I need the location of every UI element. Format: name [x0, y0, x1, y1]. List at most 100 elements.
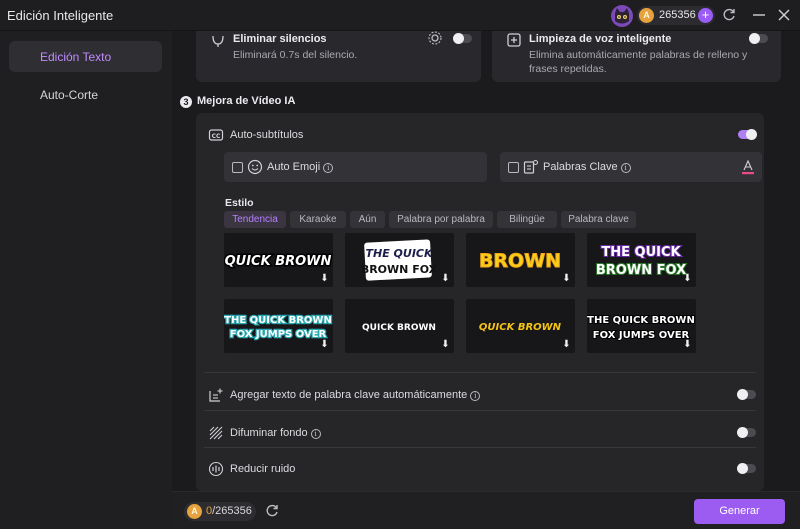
sidebar-item-auto-corte[interactable]: Auto-Corte	[9, 79, 162, 110]
auto-subtitles-toggle[interactable]	[738, 129, 757, 140]
add-coins-button[interactable]: +	[698, 8, 713, 23]
tab-bilingue[interactable]: Bilingüe	[497, 211, 557, 228]
keyword-text-icon	[523, 159, 539, 174]
download-icon[interactable]: ⬇	[440, 273, 451, 284]
preset-line: QUICK BROWN	[362, 323, 436, 333]
coin-count: 265356	[659, 9, 696, 21]
generate-button[interactable]: Generar	[694, 499, 785, 524]
coin-icon: A	[187, 504, 202, 519]
add-keyword-text-icon	[209, 388, 223, 402]
emoji-icon	[247, 159, 263, 175]
subtitle-preset[interactable]: THE QUICK BROWN FOX JUMPS OVER ⬇	[224, 299, 333, 353]
subtitle-preset[interactable]: THE QUICK BROWN FOX JUMPS OVER ⬇	[587, 299, 696, 353]
coin-usage: A 0/265356	[184, 502, 256, 521]
tab-tendencia[interactable]: Tendencia	[224, 211, 286, 228]
blur-background-toggle[interactable]	[737, 427, 756, 438]
text-color-icon[interactable]	[740, 159, 756, 175]
coins-total: /265356	[212, 505, 252, 517]
blur-background-text: Difuminar fondo	[230, 427, 308, 439]
keywords-text: Palabras Clave	[543, 161, 618, 173]
blur-background-icon	[209, 426, 223, 440]
subtitle-preset[interactable]: QUICK BROWN ⬇	[224, 233, 333, 287]
subtitle-preset[interactable]: QUICK BROWN ⬇	[466, 299, 575, 353]
auto-emoji-checkbox[interactable]	[232, 162, 243, 173]
preset-preview: QUICK BROWN	[362, 323, 436, 333]
tab-karaoke[interactable]: Karaoke	[290, 211, 346, 228]
tab-palabra-clave[interactable]: Palabra clave	[561, 211, 636, 228]
info-icon[interactable]: i	[470, 391, 481, 401]
auto-emoji-text: Auto Emoji	[267, 161, 321, 173]
voice-clean-icon	[507, 33, 521, 47]
preset-line: BROWN FOX	[596, 263, 686, 278]
card-remove-silence[interactable]: Eliminar silencios Eliminará 0.7s del si…	[196, 31, 481, 82]
download-icon[interactable]: ⬇	[440, 339, 451, 350]
noise-reduction-icon	[208, 461, 224, 477]
preset-preview: BROWN	[478, 250, 561, 273]
closed-caption-icon: CC	[208, 129, 224, 141]
card-description: Elimina automáticamente palabras de rell…	[529, 49, 748, 75]
preset-line: THE QUICK	[365, 247, 434, 260]
svg-text:CC: CC	[212, 133, 221, 140]
subtitle-preset[interactable]: BROWN ⬇	[466, 233, 575, 287]
subtitle-preset[interactable]: THE QUICK BROWN FOX ⬇	[345, 233, 454, 287]
tab-palabra-por-palabra[interactable]: Palabra por palabra	[389, 211, 493, 228]
preset-preview: THE QUICK BROWN FOX JUMPS OVER	[224, 314, 333, 342]
download-icon[interactable]: ⬇	[561, 273, 572, 284]
download-icon[interactable]: ⬇	[561, 339, 572, 350]
download-icon[interactable]: ⬇	[682, 339, 693, 350]
tab-aun[interactable]: Aún	[350, 211, 385, 228]
blur-background-label: Difuminar fondo i	[230, 427, 321, 439]
noise-reduction-toggle[interactable]	[737, 463, 756, 474]
sidebar-item-edicion-texto[interactable]: Edición Texto	[9, 41, 162, 72]
auto-emoji-option[interactable]: Auto Emoji i	[224, 152, 487, 182]
divider	[204, 447, 756, 448]
preset-line: QUICK BROWN	[479, 322, 562, 333]
keywords-checkbox[interactable]	[508, 162, 519, 173]
refresh-icon[interactable]	[720, 6, 738, 24]
download-icon[interactable]: ⬇	[682, 273, 693, 284]
coin-usage-count: 0/265356	[206, 505, 252, 517]
subtitle-preset[interactable]: QUICK BROWN ⬇	[345, 299, 454, 353]
style-label: Estilo	[225, 197, 254, 209]
preset-line: FOX JUMPS OVER	[593, 330, 690, 341]
keywords-option[interactable]: Palabras Clave i	[500, 152, 762, 182]
refresh-icon[interactable]	[263, 502, 281, 520]
title-bar: Edición Inteligente A 265356 +	[0, 0, 800, 31]
auto-keyword-text-toggle[interactable]	[737, 389, 756, 400]
divider	[204, 410, 756, 411]
window-title: Edición Inteligente	[7, 8, 114, 23]
info-icon[interactable]: i	[310, 429, 321, 439]
sidebar: Edición Texto Auto-Corte	[0, 31, 172, 529]
card-title: Limpieza de voz inteligente	[529, 33, 672, 45]
cat-avatar-icon	[615, 8, 629, 24]
download-icon[interactable]: ⬇	[319, 273, 330, 284]
card-voice-cleanup[interactable]: Limpieza de voz inteligente Elimina auto…	[492, 31, 781, 82]
auto-emoji-label: Auto Emoji i	[267, 161, 334, 173]
auto-subtitles-label: Auto-subtítulos	[230, 129, 304, 141]
auto-keyword-text: Agregar texto de palabra clave automátic…	[230, 389, 468, 401]
preset-preview: THE QUICK BROWN FOX JUMPS OVER	[587, 314, 696, 342]
close-icon[interactable]	[775, 6, 793, 24]
preset-line: THE QUICK BROWN	[587, 315, 695, 326]
download-icon[interactable]: ⬇	[319, 339, 330, 350]
info-icon[interactable]: i	[620, 163, 631, 173]
preset-line: FOX JUMPS OVER	[230, 329, 327, 340]
voice-cleanup-toggle[interactable]	[749, 33, 768, 44]
settings-icon[interactable]	[427, 31, 443, 46]
silence-icon	[212, 35, 224, 47]
ai-video-panel: CC Auto-subtítulos Auto Emoji i Palabras…	[196, 113, 764, 491]
preset-line: THE QUICK	[601, 245, 681, 260]
remove-silence-toggle[interactable]	[453, 33, 472, 44]
section-number: 3	[180, 96, 192, 108]
card-description: Eliminará 0.7s del silencio.	[233, 49, 358, 61]
card-title: Eliminar silencios	[233, 33, 327, 45]
section-heading: 3 Mejora de Vídeo IA	[180, 95, 295, 108]
minimize-icon[interactable]	[750, 6, 768, 24]
coin-balance[interactable]: A 265356 +	[637, 6, 715, 25]
section-title: Mejora de Vídeo IA	[197, 95, 296, 107]
coin-icon: A	[639, 8, 654, 23]
subtitle-preset[interactable]: THE QUICK BROWN FOX ⬇	[587, 233, 696, 287]
info-icon[interactable]: i	[323, 163, 334, 173]
divider	[204, 372, 756, 373]
user-avatar[interactable]	[611, 5, 633, 27]
